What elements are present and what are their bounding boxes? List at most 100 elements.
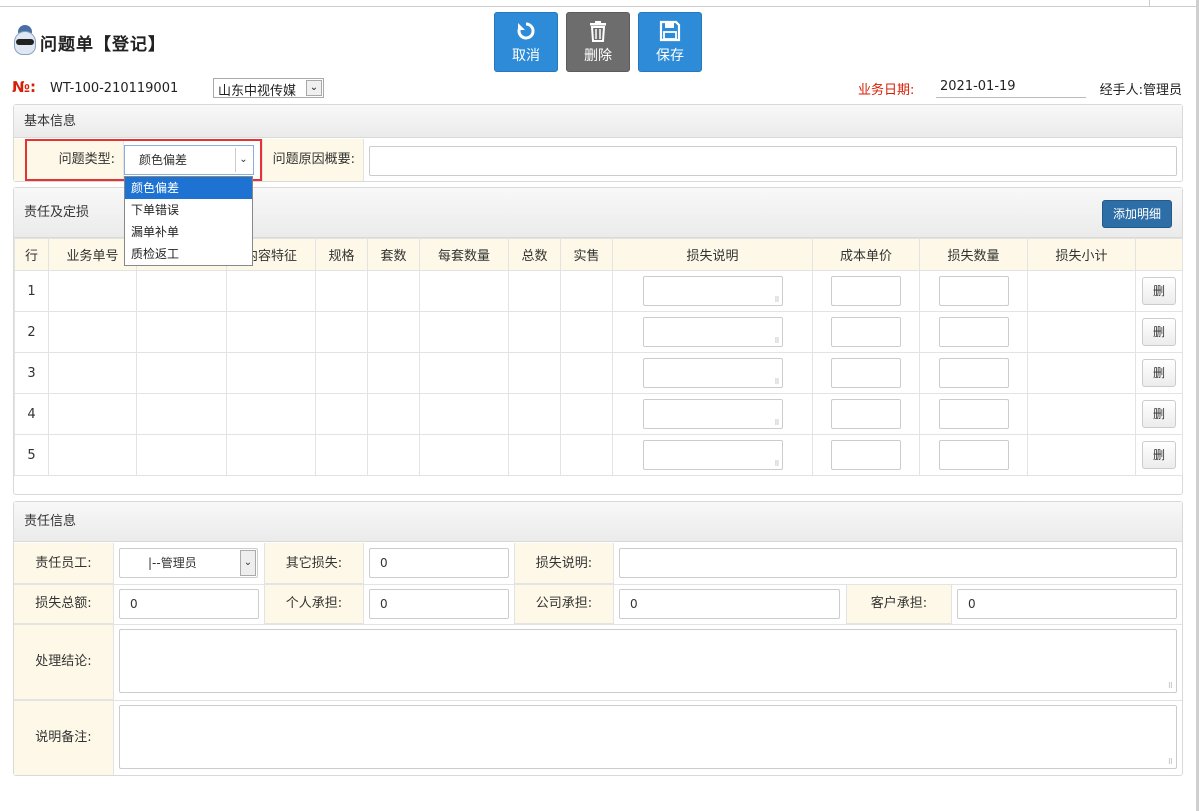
- top-strip: [0, 0, 1199, 7]
- cost-price-input[interactable]: [831, 399, 901, 429]
- customer-share-input[interactable]: 0: [957, 589, 1177, 619]
- problem-type-select[interactable]: 颜色偏差 ⌄: [124, 145, 254, 175]
- cancel-button[interactable]: 取消: [494, 12, 558, 72]
- chevron-down-icon: ⌄: [235, 148, 251, 172]
- resize-grip-icon: ⠿: [774, 296, 780, 304]
- conclusion-label: 处理结论:: [14, 624, 114, 700]
- handler-value: 管理员: [1142, 83, 1182, 98]
- col-header: 损失说明: [612, 238, 813, 271]
- liability-title-text: 责任及定损: [24, 205, 90, 220]
- problem-type-dropdown: 颜色偏差 下单错误 漏单补单 质检返工: [124, 176, 253, 266]
- col-header: 损失数量: [919, 238, 1028, 271]
- col-header: 成本单价: [812, 238, 920, 271]
- company-select[interactable]: 山东中视传媒 ⌄: [213, 78, 324, 99]
- row-number: 4: [14, 393, 49, 435]
- toolbar: 取消 删除 保存: [494, 12, 702, 72]
- col-header: 规格: [315, 238, 368, 271]
- delete-row-button[interactable]: 删: [1142, 359, 1176, 387]
- business-date-label: 业务日期:: [858, 83, 915, 98]
- save-button[interactable]: 保存: [638, 12, 702, 72]
- table-row: 5 ⠿ 删: [14, 434, 1183, 476]
- basic-info-row: 问题类型: 颜色偏差 ⌄ 问题原因概要:: [14, 139, 1182, 181]
- loss-desc-textarea[interactable]: ⠿: [642, 358, 783, 388]
- dropdown-option[interactable]: 质检返工: [125, 243, 252, 265]
- loss-desc-textarea[interactable]: ⠿: [642, 276, 783, 306]
- other-loss-label: 其它损失:: [264, 543, 364, 584]
- page-header: 问题单【登记】: [12, 24, 166, 60]
- loss-qty-input[interactable]: [938, 317, 1009, 347]
- resize-grip-icon: ⠿: [1167, 682, 1173, 690]
- handler-info: 经手人:管理员: [1100, 79, 1182, 98]
- loss-desc-input[interactable]: [619, 548, 1177, 578]
- total-loss-label: 损失总额:: [14, 584, 114, 624]
- row-divider: [14, 584, 1182, 585]
- employee-select[interactable]: |--管理员 ⌄: [119, 548, 258, 578]
- dropdown-option[interactable]: 下单错误: [125, 199, 252, 221]
- problem-reason-input[interactable]: [369, 146, 1177, 176]
- col-header: 实售: [560, 238, 613, 271]
- liability-table: 行 业务单号 内容特征 规格 套数 每套数量 总数 实售 损失说明 成本单价 损…: [14, 238, 1183, 476]
- delete-row-button[interactable]: 删: [1142, 277, 1176, 305]
- loss-desc-textarea[interactable]: ⠿: [642, 440, 783, 470]
- loss-qty-input[interactable]: [938, 440, 1009, 470]
- col-header: [1135, 238, 1183, 271]
- dropdown-option[interactable]: 漏单补单: [125, 221, 252, 243]
- col-header: 损失小计: [1027, 238, 1136, 271]
- chevron-down-icon: ⌄: [306, 80, 322, 96]
- company-share-input[interactable]: 0: [619, 589, 840, 619]
- responsibility-title: 责任信息: [14, 502, 1182, 542]
- resize-grip-icon: ⠿: [774, 337, 780, 345]
- undo-icon: [515, 19, 537, 43]
- cost-price-input[interactable]: [831, 358, 901, 388]
- conclusion-textarea[interactable]: ⠿: [119, 629, 1177, 693]
- loss-qty-input[interactable]: [938, 358, 1009, 388]
- other-loss-input[interactable]: 0: [369, 548, 509, 578]
- cost-price-input[interactable]: [831, 276, 901, 306]
- loss-qty-input[interactable]: [938, 276, 1009, 306]
- personal-share-label: 个人承担:: [264, 584, 364, 624]
- company-share-label: 公司承担:: [514, 584, 614, 624]
- loss-desc-label: 损失说明:: [514, 543, 614, 584]
- row-number: 2: [14, 311, 49, 353]
- row-divider: [14, 700, 1182, 701]
- personal-share-input[interactable]: 0: [369, 589, 509, 619]
- chevron-down-icon: ⌄: [240, 550, 256, 576]
- loss-qty-input[interactable]: [938, 399, 1009, 429]
- save-label: 保存: [656, 48, 684, 64]
- resize-grip-icon: ⠿: [774, 378, 780, 386]
- document-number: WT-100-210119001: [50, 81, 179, 96]
- delete-row-button[interactable]: 删: [1142, 400, 1176, 428]
- document-meta-row: №: WT-100-210119001 山东中视传媒 ⌄ 业务日期: 2021-…: [12, 76, 1188, 100]
- col-header: 行: [14, 238, 49, 271]
- delete-button[interactable]: 删除: [566, 12, 630, 72]
- row-number: 3: [14, 352, 49, 394]
- customer-share-label: 客户承担:: [846, 584, 952, 624]
- delete-row-button[interactable]: 删: [1142, 441, 1176, 469]
- floppy-save-icon: [659, 19, 681, 43]
- cost-price-input[interactable]: [831, 317, 901, 347]
- loss-desc-textarea[interactable]: ⠿: [642, 317, 783, 347]
- problem-reason-label: 问题原因概要:: [262, 139, 364, 181]
- add-detail-button[interactable]: 添加明细: [1102, 200, 1172, 228]
- row-number: 5: [14, 434, 49, 476]
- delete-row-button[interactable]: 删: [1142, 318, 1176, 346]
- total-loss-input[interactable]: 0: [119, 589, 259, 619]
- remark-label: 说明备注:: [14, 700, 114, 775]
- responsibility-panel: 责任信息 责任员工: |--管理员 ⌄ 其它损失: 0 损失说明: 损失总额: …: [13, 501, 1183, 776]
- dropdown-option[interactable]: 颜色偏差: [125, 177, 252, 199]
- problem-type-value: 颜色偏差: [139, 153, 188, 167]
- resize-grip-icon: ⠿: [1167, 758, 1173, 766]
- loss-desc-textarea[interactable]: ⠿: [642, 399, 783, 429]
- company-value: 山东中视传媒: [218, 84, 297, 99]
- table-row: 1 ⠿ 删: [14, 270, 1183, 312]
- resize-grip-icon: ⠿: [774, 419, 780, 427]
- cost-price-input[interactable]: [831, 440, 901, 470]
- row-divider: [14, 624, 1182, 625]
- business-date-input[interactable]: 2021-01-19: [936, 76, 1086, 98]
- employee-label: 责任员工:: [14, 543, 114, 584]
- employee-value: |--管理员: [148, 556, 197, 570]
- remark-textarea[interactable]: ⠿: [119, 705, 1177, 769]
- table-row: 4 ⠿ 删: [14, 393, 1183, 435]
- resize-grip-icon: ⠿: [774, 460, 780, 468]
- col-header: 总数: [508, 238, 561, 271]
